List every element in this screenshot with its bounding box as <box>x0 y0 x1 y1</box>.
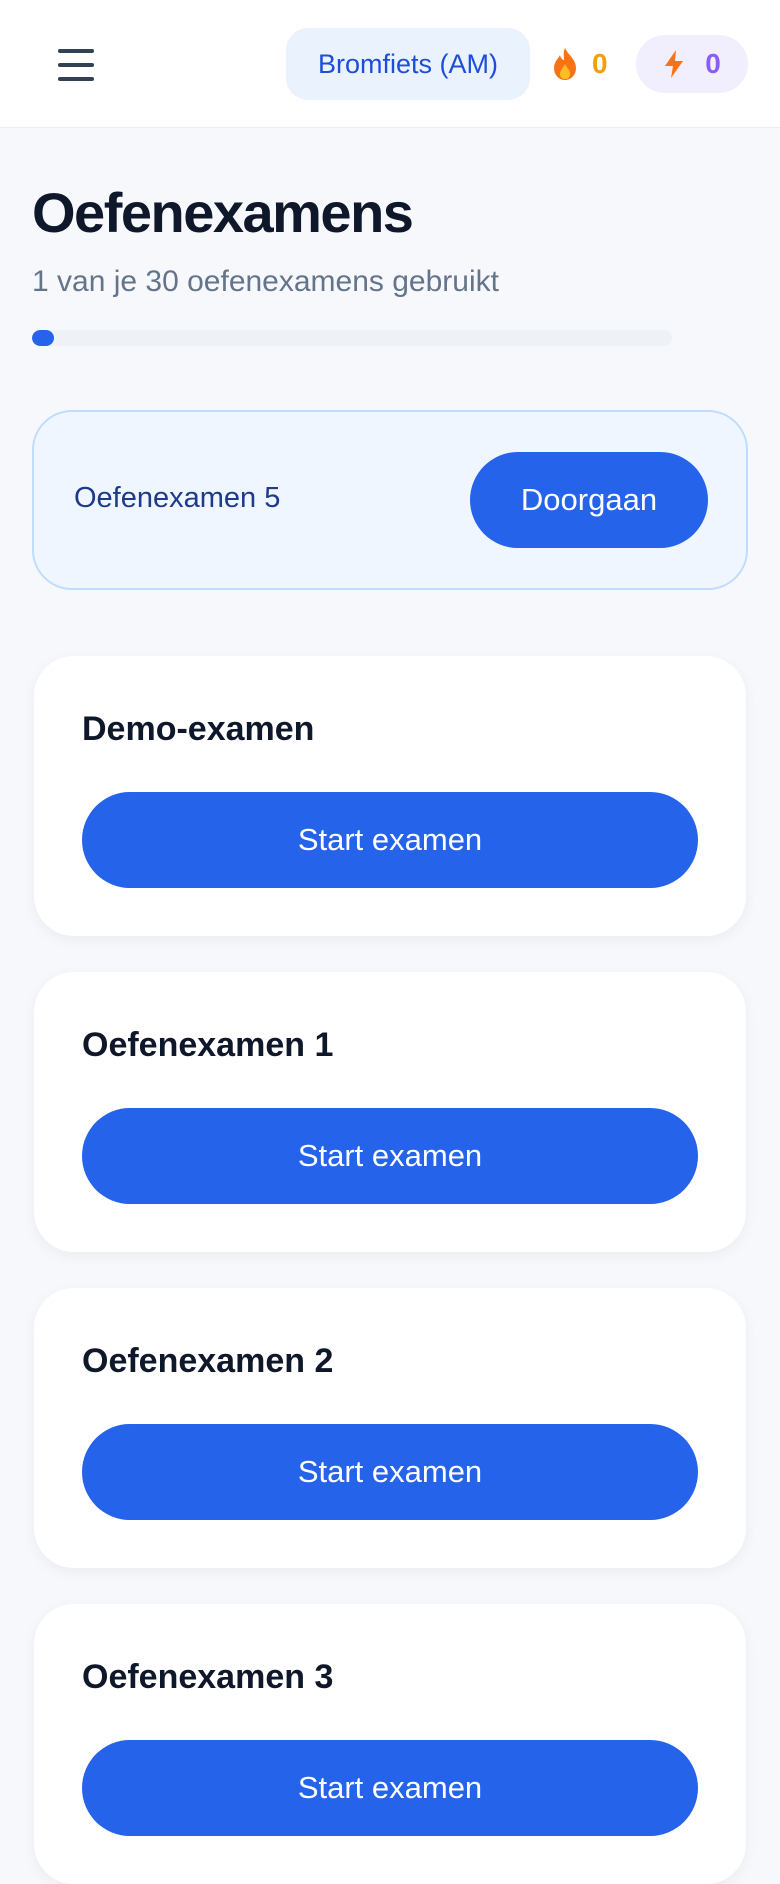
page-title: Oefenexamens <box>32 181 414 244</box>
exam-card: Oefenexamen 3 Start examen <box>34 1604 746 1884</box>
exam-title: Demo-examen <box>82 710 315 748</box>
exam-title: Oefenexamen 3 <box>82 1658 334 1696</box>
menu-icon-line <box>58 77 94 81</box>
exam-card: Oefenexamen 2 Start examen <box>34 1288 746 1568</box>
start-exam-button[interactable]: Start examen <box>82 1108 698 1204</box>
exam-card: Demo-examen Start examen <box>34 656 746 936</box>
top-bar: Bromfiets (AM) 0 0 <box>0 0 780 128</box>
start-exam-button[interactable]: Start examen <box>82 1740 698 1836</box>
exam-title: Oefenexamen 1 <box>82 1026 334 1064</box>
exam-usage-text: 1 van je 30 oefenexamens gebruikt <box>32 265 499 298</box>
resume-exam-name: Oefenexamen 5 <box>74 482 281 514</box>
exam-title: Oefenexamen 2 <box>82 1342 334 1380</box>
exam-list: Demo-examen Start examen Oefenexamen 1 S… <box>34 656 746 1884</box>
license-category-label: Bromfiets (AM) <box>317 48 498 79</box>
start-exam-button[interactable]: Start examen <box>82 792 698 888</box>
flame-icon <box>554 48 576 80</box>
exam-card: Oefenexamen 1 Start examen <box>34 972 746 1252</box>
resume-exam-card: Oefenexamen 5 Doorgaan <box>32 410 748 590</box>
streak-count: 0 <box>592 48 608 79</box>
menu-icon[interactable] <box>50 42 102 88</box>
exam-usage-progress-bar <box>32 330 672 346</box>
lightning-icon <box>665 50 684 78</box>
streak-counter[interactable]: 0 <box>550 28 608 100</box>
xp-count: 0 <box>705 48 721 79</box>
start-exam-button[interactable]: Start examen <box>82 1424 698 1520</box>
xp-counter[interactable]: 0 <box>636 35 748 93</box>
license-category-button[interactable]: Bromfiets (AM) <box>286 28 530 100</box>
exam-usage-progress-fill <box>32 330 54 346</box>
continue-button[interactable]: Doorgaan <box>470 452 708 548</box>
menu-icon-line <box>58 63 94 67</box>
menu-icon-line <box>58 49 94 53</box>
